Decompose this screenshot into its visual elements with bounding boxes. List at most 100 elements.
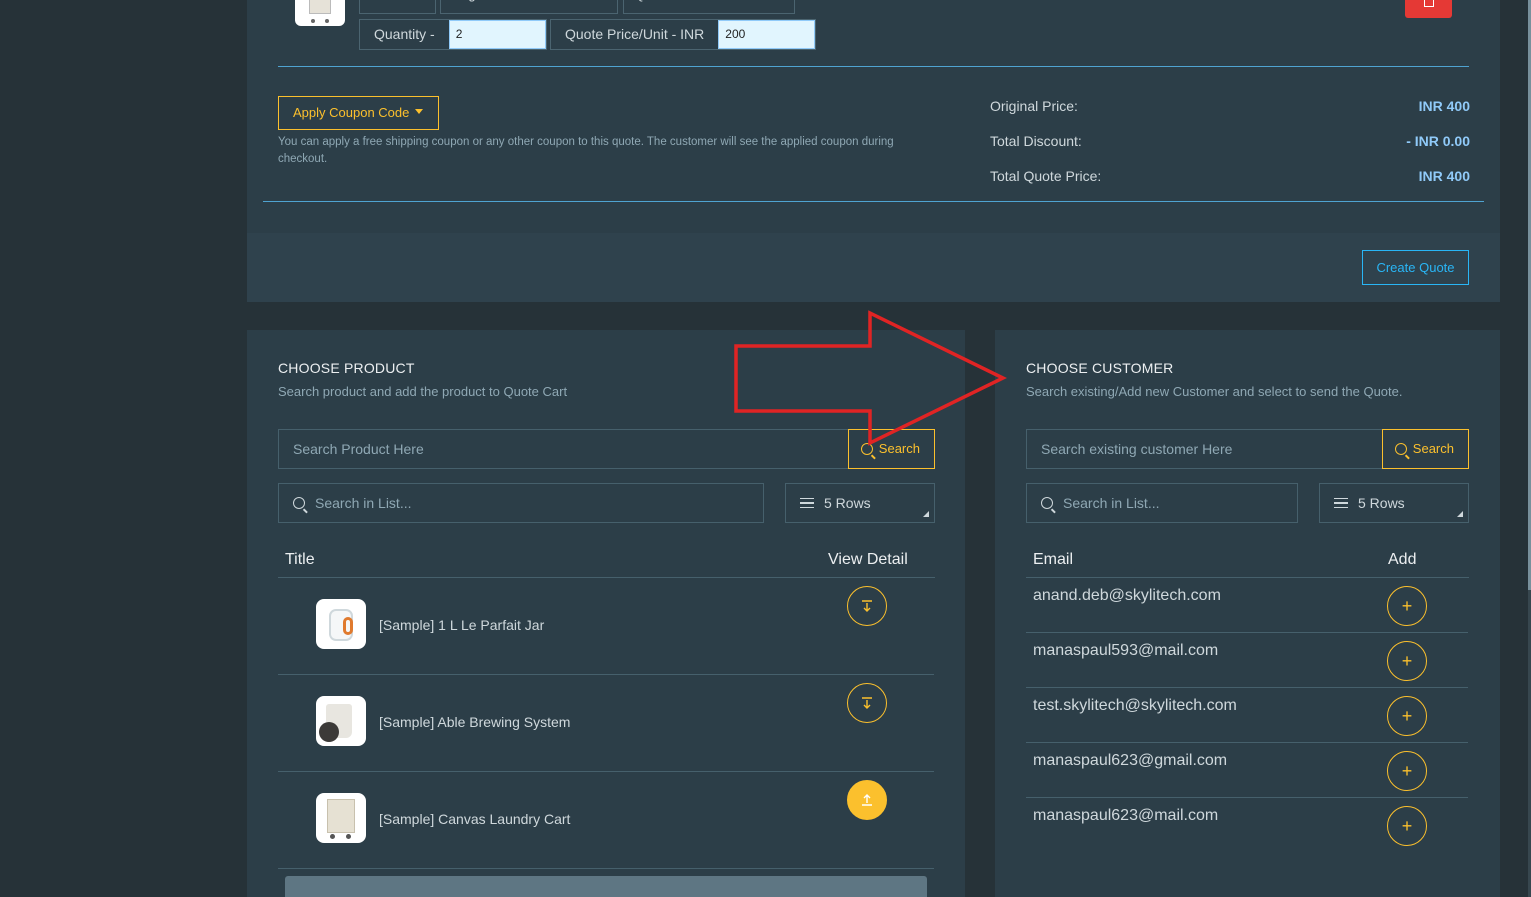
customer-list-search-placeholder: Search in List...	[1063, 495, 1160, 511]
column-title: Title	[285, 551, 315, 568]
total-discount-value: - INR 0.00	[1406, 133, 1470, 149]
expand-down-icon	[862, 697, 872, 709]
product-table-header: Title View Detail	[278, 546, 935, 578]
quote-total-chip: Quote Total Price - INR 400	[623, 0, 795, 14]
total-quote-price-label: Total Quote Price:	[990, 168, 1102, 184]
product-image	[316, 599, 366, 649]
cart-wheel	[330, 834, 335, 839]
customer-search-button-label: Search	[1412, 441, 1454, 456]
product-name: [Sample] Able Brewing System	[379, 714, 571, 730]
quote-price-group: Quote Price/Unit - INR 200	[550, 19, 816, 50]
customer-email: manaspaul623@mail.com	[1033, 807, 1219, 824]
plus-icon: +	[1401, 815, 1413, 836]
product-row: [Sample] 1 L Le Parfait Jar	[278, 578, 934, 675]
laundry-cart-image	[327, 799, 355, 833]
add-customer-button[interactable]: +	[1387, 751, 1427, 791]
search-icon	[293, 497, 305, 509]
product-rows-select-value: 5 Rows	[824, 495, 871, 511]
product-rows-select[interactable]: 5 Rows	[785, 483, 935, 523]
original-price-chip: Original Price/Unit - INR 200	[440, 0, 618, 14]
quote-footer	[247, 233, 1500, 302]
plus-icon: +	[1401, 595, 1413, 616]
brewer-base	[319, 722, 339, 742]
plus-icon: +	[1401, 705, 1413, 726]
customer-list-search[interactable]: Search in List...	[1026, 483, 1298, 523]
apply-coupon-label: Apply Coupon Code	[293, 105, 410, 120]
add-customer-button[interactable]: +	[1387, 806, 1427, 846]
customer-email: test.skylitech@skylitech.com	[1033, 697, 1237, 714]
search-icon	[1041, 497, 1053, 509]
plus-icon: +	[1401, 760, 1413, 781]
quote-body: SKU - SLC Original Price/Unit - INR 200 …	[247, 0, 1500, 233]
choose-product-subtitle: Search product and add the product to Qu…	[278, 384, 568, 399]
customer-email: manaspaul593@mail.com	[1033, 642, 1219, 659]
delete-item-button[interactable]	[1405, 0, 1452, 18]
cart-wheel	[311, 19, 315, 23]
annotation-arrow-icon	[734, 310, 1007, 446]
product-detail-bar	[285, 876, 927, 897]
choose-product-title: CHOOSE PRODUCT	[278, 360, 415, 376]
quote-item-thumbnail	[295, 0, 345, 26]
product-list-search[interactable]: Search in List...	[278, 483, 764, 523]
caret-down-icon	[415, 109, 424, 114]
add-customer-button[interactable]: +	[1387, 586, 1427, 626]
product-image	[316, 696, 366, 746]
customer-search-input[interactable]: Search existing customer Here	[1027, 430, 1382, 468]
quote-price-label: Quote Price/Unit - INR	[565, 26, 705, 42]
expand-down-icon	[862, 600, 872, 612]
customer-rows-select[interactable]: 5 Rows	[1319, 483, 1469, 523]
original-price-label: Original Price:	[990, 98, 1078, 114]
expand-detail-button[interactable]	[847, 683, 887, 723]
customer-row: test.skylitech@skylitech.com +	[1026, 688, 1468, 743]
choose-customer-title: CHOOSE CUSTOMER	[1026, 360, 1174, 376]
search-icon	[1394, 443, 1407, 455]
list-icon	[1334, 498, 1348, 508]
cart-image	[309, 0, 331, 14]
choose-customer-panel: CHOOSE CUSTOMER Search existing/Add new …	[995, 330, 1500, 897]
apply-coupon-button[interactable]: Apply Coupon Code	[278, 96, 439, 130]
quantity-input[interactable]: 2	[448, 20, 546, 49]
quantity-group: Quantity - 2	[359, 19, 547, 50]
add-customer-button[interactable]: +	[1387, 641, 1427, 681]
customer-row: anand.deb@skylitech.com +	[1026, 578, 1468, 633]
product-row: [Sample] Able Brewing System	[278, 675, 934, 772]
original-price-row: Original Price: INR 400	[990, 98, 1470, 118]
total-quote-price-value: INR 400	[1418, 168, 1470, 184]
resize-corner-icon	[1457, 511, 1463, 517]
create-quote-button[interactable]: Create Quote	[1362, 250, 1469, 285]
quantity-label: Quantity -	[374, 26, 435, 42]
customer-rows-select-value: 5 Rows	[1358, 495, 1405, 511]
customer-search-bar: Search existing customer Here Search	[1026, 429, 1469, 469]
plus-icon: +	[1401, 650, 1413, 671]
product-image	[316, 793, 366, 843]
choose-customer-subtitle: Search existing/Add new Customer and sel…	[1026, 384, 1403, 399]
customer-row: manaspaul623@gmail.com +	[1026, 743, 1468, 798]
customer-email: manaspaul623@gmail.com	[1033, 752, 1228, 769]
resize-corner-icon	[923, 511, 929, 517]
expand-detail-button[interactable]	[847, 586, 887, 626]
total-discount-row: Total Discount: - INR 0.00	[990, 133, 1470, 153]
column-view-detail: View Detail	[828, 551, 908, 568]
customer-table-header: Email Add	[1026, 546, 1469, 578]
original-price-value: INR 400	[1418, 98, 1470, 114]
product-list-search-placeholder: Search in List...	[315, 495, 412, 511]
collapse-detail-button[interactable]	[847, 780, 887, 820]
quote-price-input[interactable]: 200	[718, 20, 815, 49]
product-name: [Sample] Canvas Laundry Cart	[379, 811, 571, 827]
cart-wheel	[346, 834, 351, 839]
divider	[278, 66, 1469, 67]
total-quote-price-row: Total Quote Price: INR 400	[990, 168, 1470, 188]
customer-row: manaspaul593@mail.com +	[1026, 633, 1468, 688]
customer-search-button[interactable]: Search	[1381, 429, 1469, 469]
total-discount-label: Total Discount:	[990, 133, 1082, 149]
jar-seal	[343, 617, 353, 635]
product-name: [Sample] 1 L Le Parfait Jar	[379, 617, 545, 633]
list-icon	[800, 498, 814, 508]
product-row: [Sample] Canvas Laundry Cart	[278, 772, 934, 869]
column-email: Email	[1033, 551, 1074, 568]
cart-wheel	[325, 19, 329, 23]
add-customer-button[interactable]: +	[1387, 696, 1427, 736]
sku-chip: SKU - SLC	[359, 0, 436, 14]
column-add: Add	[1388, 551, 1417, 568]
customer-row: manaspaul623@mail.com +	[1026, 798, 1468, 853]
